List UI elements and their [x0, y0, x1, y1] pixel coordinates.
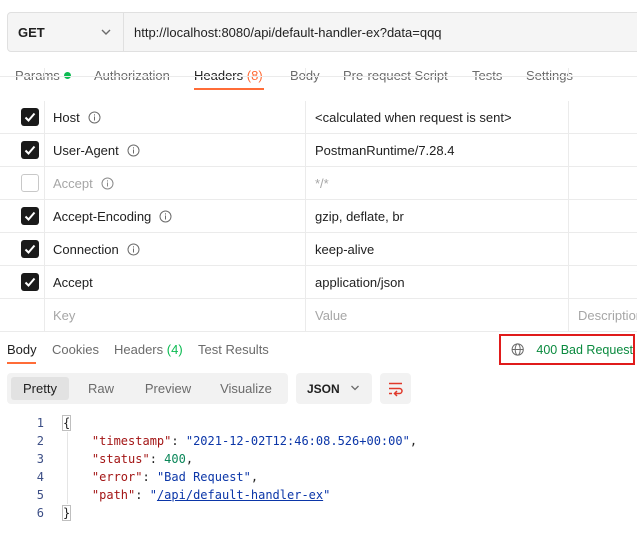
view-visualize-button[interactable]: Visualize — [207, 377, 285, 400]
chevron-down-icon — [351, 385, 359, 391]
code-line: 5 "path": "/api/default-handler-ex" — [36, 488, 331, 502]
url-input[interactable]: http://localhost:8080/api/default-handle… — [124, 13, 442, 51]
chevron-down-icon — [101, 29, 111, 35]
wrap-lines-button[interactable] — [380, 373, 411, 404]
header-value[interactable]: application/json — [315, 275, 405, 290]
check-icon — [24, 145, 36, 155]
status-text: 400 Bad Request — [536, 342, 633, 357]
code-line: 6 } — [36, 505, 72, 521]
header-value[interactable]: PostmanRuntime/7.28.4 — [315, 143, 454, 158]
active-tab-indicator — [194, 88, 264, 90]
info-icon[interactable] — [101, 177, 114, 190]
table-row: Accept-Encoding gzip, deflate, br — [0, 200, 637, 233]
tab-response-test-results[interactable]: Test Results — [198, 342, 269, 357]
wrap-lines-icon — [389, 382, 403, 397]
info-icon[interactable] — [127, 243, 140, 256]
response-status[interactable]: 400 Bad Request — [499, 334, 635, 365]
info-icon[interactable] — [88, 111, 101, 124]
view-pretty-button[interactable]: Pretty — [11, 377, 69, 400]
format-label: JSON — [307, 381, 340, 396]
header-checkbox[interactable] — [21, 108, 39, 126]
table-row-partial — [0, 68, 637, 77]
new-header-row: Key Value Description — [0, 299, 637, 332]
header-key[interactable]: Connection — [53, 242, 140, 257]
view-raw-button[interactable]: Raw — [73, 377, 129, 400]
json-timestamp-value: 2021-12-02T12:46:08.526+00:00 — [193, 434, 403, 448]
code-line: 1 { — [36, 415, 72, 431]
json-error-value: Bad Request — [164, 470, 244, 484]
check-icon — [24, 244, 36, 254]
check-icon — [24, 277, 36, 287]
method-label: GET — [18, 24, 45, 40]
view-mode-group: Pretty Raw Preview Visualize — [7, 373, 288, 404]
code-line: 4 "error": "Bad Request", — [36, 470, 259, 484]
header-value[interactable]: */* — [315, 176, 329, 191]
tab-response-body[interactable]: Body — [7, 342, 37, 357]
table-row: Connection keep-alive — [0, 233, 637, 266]
new-header-value-input[interactable]: Value — [315, 308, 347, 323]
json-status-value: 400 — [164, 452, 186, 466]
new-header-description-input[interactable]: Description — [578, 308, 637, 323]
header-checkbox[interactable] — [21, 240, 39, 258]
check-icon — [24, 211, 36, 221]
view-preview-button[interactable]: Preview — [135, 377, 201, 400]
tab-response-headers[interactable]: Headers (4) — [114, 342, 183, 357]
header-key[interactable]: Host — [53, 110, 101, 125]
method-select[interactable]: GET — [8, 13, 124, 51]
header-checkbox[interactable] — [21, 273, 39, 291]
header-checkbox[interactable] — [21, 141, 39, 159]
check-icon — [24, 112, 36, 122]
header-checkbox[interactable] — [21, 207, 39, 225]
header-key[interactable]: Accept-Encoding — [53, 209, 172, 224]
header-key[interactable]: User-Agent — [53, 143, 140, 158]
new-header-key-input[interactable]: Key — [53, 308, 75, 323]
table-row: Host <calculated when request is sent> — [0, 101, 637, 134]
table-row: Accept application/json — [0, 266, 637, 299]
format-select[interactable]: JSON — [296, 373, 372, 404]
tab-response-cookies[interactable]: Cookies — [52, 342, 99, 357]
header-checkbox[interactable] — [21, 174, 39, 192]
info-icon[interactable] — [127, 144, 140, 157]
close-brace: } — [61, 505, 72, 521]
header-value[interactable]: <calculated when request is sent> — [315, 110, 512, 125]
table-row: User-Agent PostmanRuntime/7.28.4 — [0, 134, 637, 167]
active-response-tab-indicator — [7, 362, 36, 364]
code-line: 3 "status": 400, — [36, 452, 194, 466]
json-path-link[interactable]: /api/default-handler-ex — [157, 488, 323, 502]
header-key[interactable]: Accept — [53, 176, 114, 191]
code-line: 2 "timestamp": "2021-12-02T12:46:08.526+… — [36, 434, 418, 448]
request-url-bar: GET http://localhost:8080/api/default-ha… — [7, 12, 637, 52]
table-row: Accept */* — [0, 167, 637, 200]
info-icon[interactable] — [159, 210, 172, 223]
header-key[interactable]: Accept — [53, 275, 93, 290]
header-value[interactable]: keep-alive — [315, 242, 374, 257]
open-brace: { — [61, 415, 72, 431]
header-value[interactable]: gzip, deflate, br — [315, 209, 404, 224]
globe-icon — [511, 343, 524, 356]
